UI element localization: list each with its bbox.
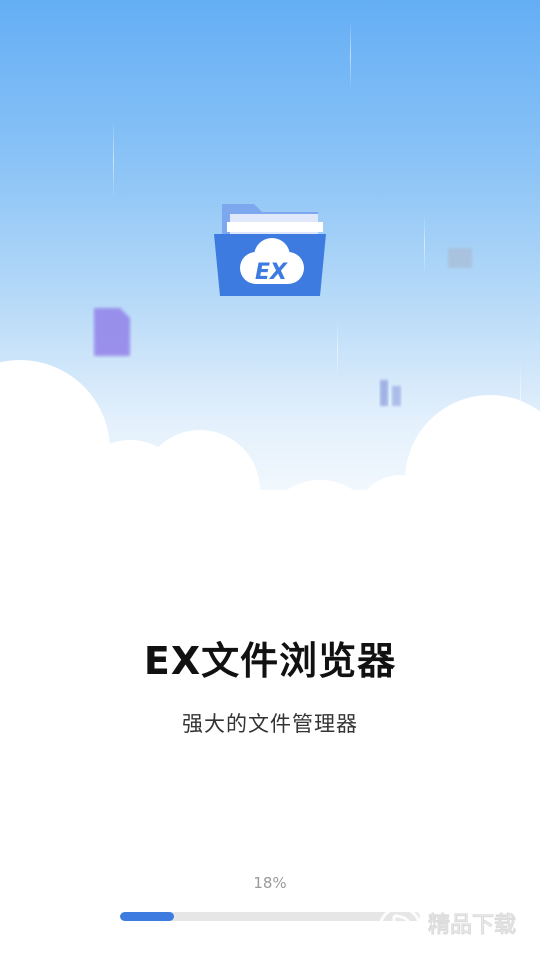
rain-streak xyxy=(350,20,351,90)
rain-streak xyxy=(113,120,114,200)
watermark-text: 精品下载 xyxy=(428,912,516,938)
watermark: 精品下载 www.jpjx.com xyxy=(378,906,516,951)
loading-progress-fill xyxy=(120,912,174,921)
loading-percent: 18% xyxy=(253,874,287,892)
cloud-layer xyxy=(0,360,540,600)
app-subtitle: 强大的文件管理器 xyxy=(182,712,358,736)
app-title: EX文件浏览器 xyxy=(143,639,397,683)
rain-streak xyxy=(424,215,425,275)
watermark-url: www.jpjx.com xyxy=(432,941,494,951)
floating-image-icon xyxy=(448,248,472,268)
logo-text: EX xyxy=(255,260,288,285)
app-logo-folder-icon: EX xyxy=(214,204,326,296)
